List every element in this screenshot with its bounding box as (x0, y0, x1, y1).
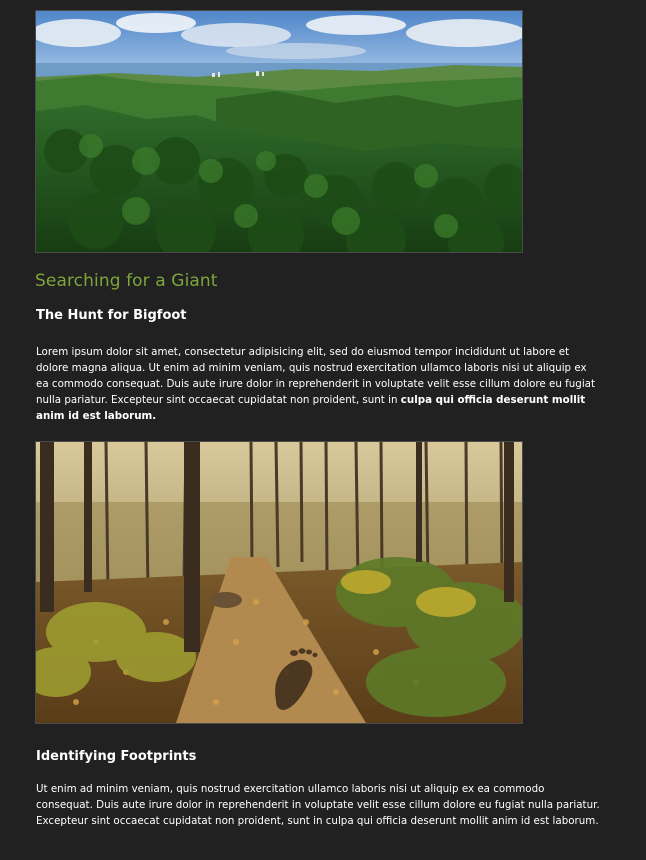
section-heading-hunt: The Hunt for Bigfoot (36, 308, 187, 323)
forested-mountains-photo (35, 10, 523, 253)
section-heading-footprints: Identifying Footprints (36, 749, 197, 764)
article: Searching for a Giant The Hunt for Bigfo… (35, 10, 605, 829)
section-paragraph-hunt: Lorem ipsum dolor sit amet, consectetur … (36, 344, 602, 424)
page-title: Searching for a Giant (35, 271, 218, 291)
forest-trail-footprint-photo (35, 441, 523, 724)
section-paragraph-footprints: Ut enim ad minim veniam, quis nostrud ex… (36, 783, 600, 827)
